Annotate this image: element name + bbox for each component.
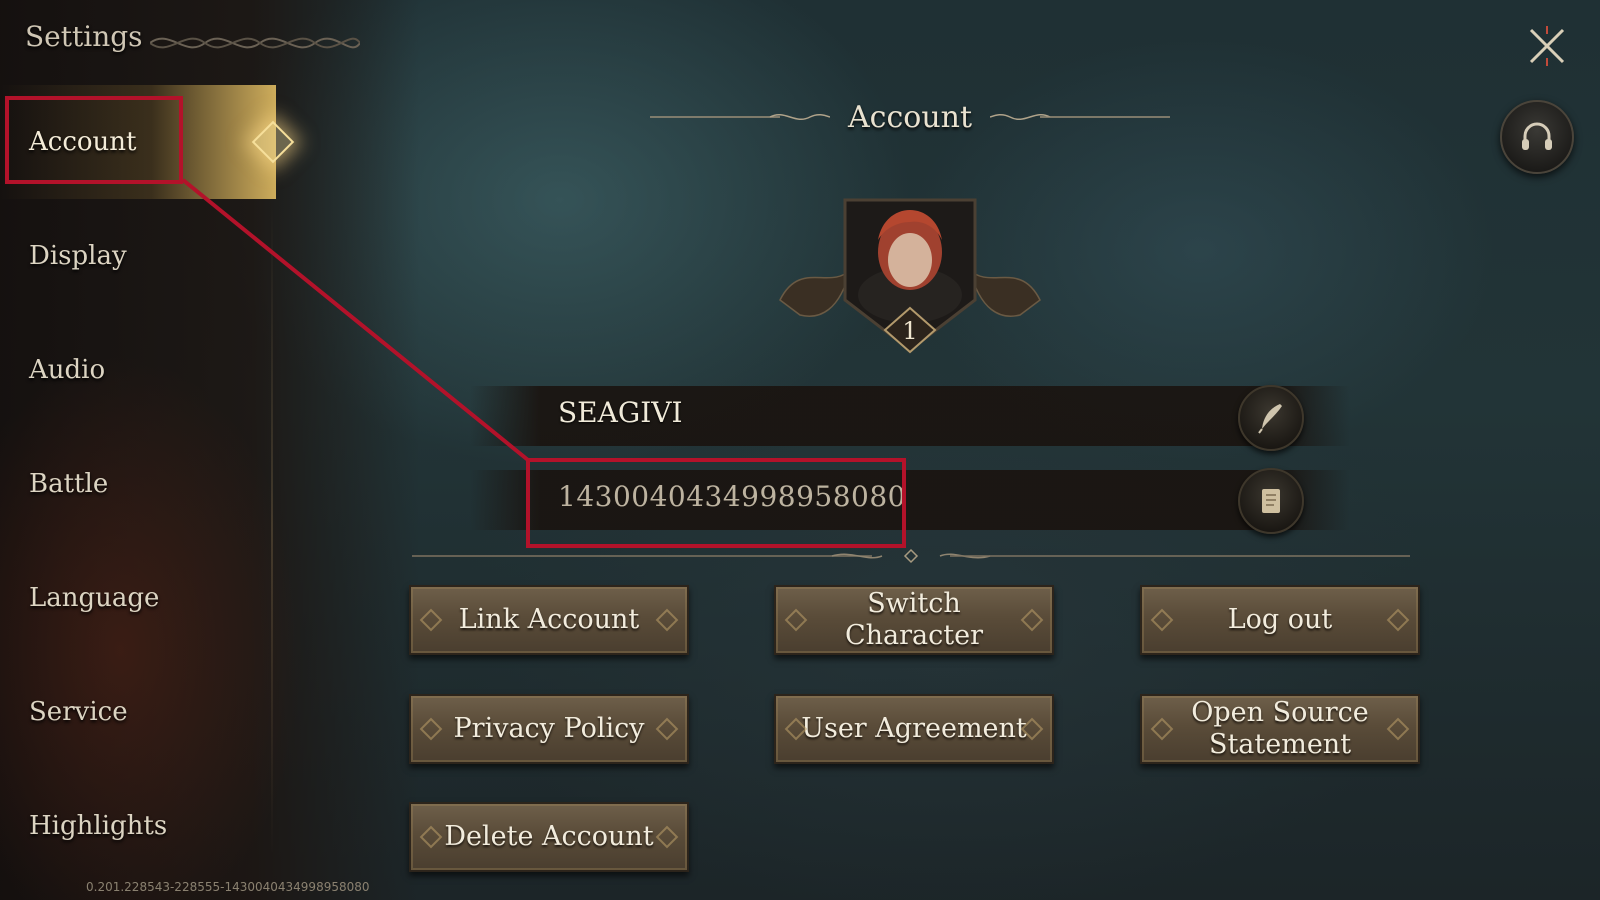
sidebar-item-label: Audio (29, 355, 106, 385)
log-out-button[interactable]: Log out (1140, 585, 1420, 655)
settings-title: Settings (25, 20, 143, 53)
button-label: Delete Account (444, 821, 654, 852)
avatar-level: 1 (902, 317, 917, 345)
section-header: Account (650, 95, 1170, 139)
button-label: Privacy Policy (453, 713, 645, 744)
privacy-policy-button[interactable]: Privacy Policy (409, 694, 689, 764)
sidebar-item-language[interactable]: Language (0, 541, 276, 655)
player-name: SEAGIVI (558, 396, 683, 429)
sidebar-item-label: Service (29, 697, 128, 727)
close-button[interactable] (1525, 24, 1569, 68)
quill-icon (1258, 404, 1282, 434)
section-separator (412, 548, 1410, 564)
sidebar-item-battle[interactable]: Battle (0, 427, 276, 541)
button-label: Log out (1227, 604, 1333, 635)
button-label: Link Account (458, 604, 640, 635)
headset-icon (1522, 122, 1552, 150)
avatar-portrait: 1 (779, 198, 1041, 354)
highlight-box-player-id (526, 458, 906, 548)
sidebar-item-audio[interactable]: Audio (0, 313, 276, 427)
sidebar-item-label: Battle (29, 469, 109, 499)
button-label: Open Source Statement (1191, 697, 1369, 760)
link-account-button[interactable]: Link Account (409, 585, 689, 655)
sidebar-item-highlights[interactable]: Highlights (0, 769, 276, 883)
section-title: Account (847, 99, 973, 135)
sidebar-item-label: Highlights (29, 811, 168, 841)
edit-name-button[interactable] (1238, 385, 1304, 451)
sidebar-item-display[interactable]: Display (0, 199, 276, 313)
player-avatar[interactable]: 1 (760, 180, 1060, 370)
delete-account-button[interactable]: Delete Account (409, 802, 689, 872)
customer-support-button[interactable] (1500, 100, 1574, 174)
version-string: 0.201.228543-228555-1430040434998958080 (86, 880, 370, 894)
header-ornament (150, 37, 360, 49)
flourish-left (650, 113, 830, 120)
open-source-statement-button[interactable]: Open Source Statement (1140, 694, 1420, 764)
button-label: User Agreement (801, 713, 1027, 744)
settings-sidebar: Account Display Audio Battle Language Se… (0, 85, 295, 875)
switch-character-button[interactable]: Switch Character (774, 585, 1054, 655)
highlight-box-account-tab (5, 96, 183, 184)
flourish-right (990, 113, 1170, 120)
scroll-icon (1262, 489, 1280, 513)
sidebar-item-label: Display (29, 241, 127, 271)
close-x-icon (1529, 26, 1565, 66)
user-agreement-button[interactable]: User Agreement (774, 694, 1054, 764)
button-label: Switch Character (844, 588, 983, 651)
sidebar-item-service[interactable]: Service (0, 655, 276, 769)
sidebar-divider (271, 205, 273, 855)
copy-id-button[interactable] (1238, 468, 1304, 534)
sidebar-item-label: Language (29, 583, 160, 613)
